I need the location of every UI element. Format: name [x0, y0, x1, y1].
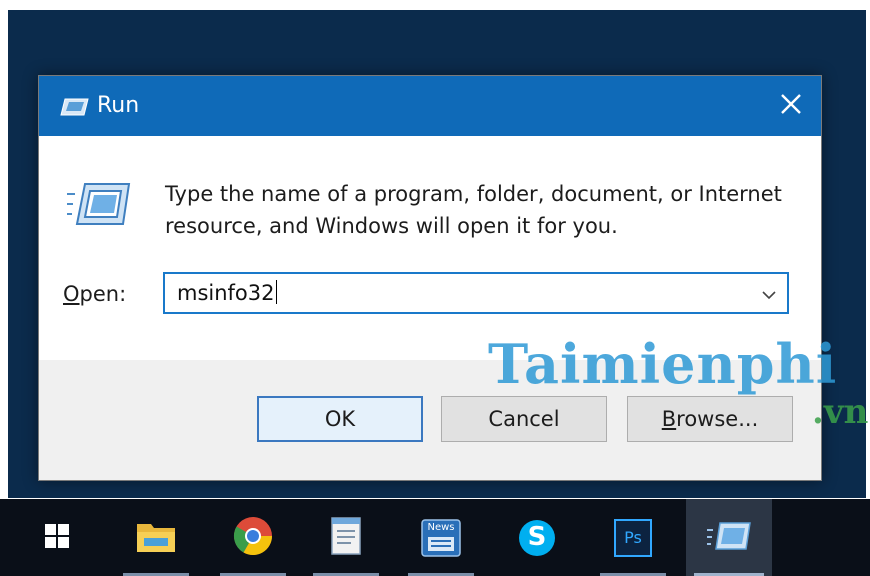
chevron-down-icon[interactable]	[761, 286, 777, 305]
windows-start-icon	[44, 523, 70, 553]
photoshop-label: Ps	[624, 527, 642, 547]
watermark-logo: Taimienphi	[488, 332, 838, 396]
notepad-icon	[329, 516, 363, 560]
ok-button[interactable]: OK	[257, 396, 423, 442]
cancel-button[interactable]: Cancel	[441, 396, 607, 442]
taskbar-news[interactable]: News	[400, 499, 482, 576]
photoshop-icon: Ps	[614, 518, 652, 557]
skype-label: S	[527, 521, 547, 552]
taskbar-file-explorer[interactable]	[115, 499, 197, 576]
close-icon	[780, 93, 802, 119]
close-button[interactable]	[761, 76, 821, 136]
dialog-title: Run	[97, 93, 140, 118]
taskbar-skype[interactable]: S	[496, 499, 578, 576]
taskbar-notepad[interactable]	[305, 499, 387, 576]
browse-accelerator: B	[661, 407, 677, 431]
watermark-domain: .vn	[812, 392, 869, 432]
run-icon	[707, 521, 751, 555]
run-icon	[59, 98, 89, 120]
instruction-line-1: Type the name of a program, folder, docu…	[165, 182, 782, 206]
open-label-text: pen:	[79, 282, 127, 306]
instruction-line-2: resource, and Windows will open it for y…	[165, 214, 618, 238]
instruction-text: Type the name of a program, folder, docu…	[165, 178, 805, 242]
run-dialog: Run Type the name of a program, folder, …	[38, 75, 822, 481]
open-input[interactable]: msinfo32	[177, 280, 277, 305]
taskbar-chrome[interactable]	[212, 499, 294, 576]
skype-icon: S	[517, 518, 557, 558]
browse-label: rowse...	[676, 407, 759, 431]
file-explorer-icon	[135, 518, 177, 558]
news-label: News	[427, 521, 455, 533]
start-button[interactable]	[22, 499, 92, 576]
taskbar-run[interactable]	[686, 499, 772, 576]
open-label: Open:	[63, 282, 126, 306]
text-caret	[275, 280, 277, 304]
browse-button[interactable]: Browse...	[627, 396, 793, 442]
open-combobox[interactable]: msinfo32	[163, 272, 789, 314]
run-large-icon	[67, 182, 131, 230]
open-label-accelerator: O	[63, 282, 80, 306]
title-bar[interactable]: Run	[39, 76, 821, 136]
taskbar: News S Ps	[0, 499, 870, 576]
open-input-value: msinfo32	[177, 281, 275, 305]
chrome-icon	[232, 515, 274, 561]
taskbar-photoshop[interactable]: Ps	[592, 499, 674, 576]
news-app-icon: News	[421, 518, 461, 557]
